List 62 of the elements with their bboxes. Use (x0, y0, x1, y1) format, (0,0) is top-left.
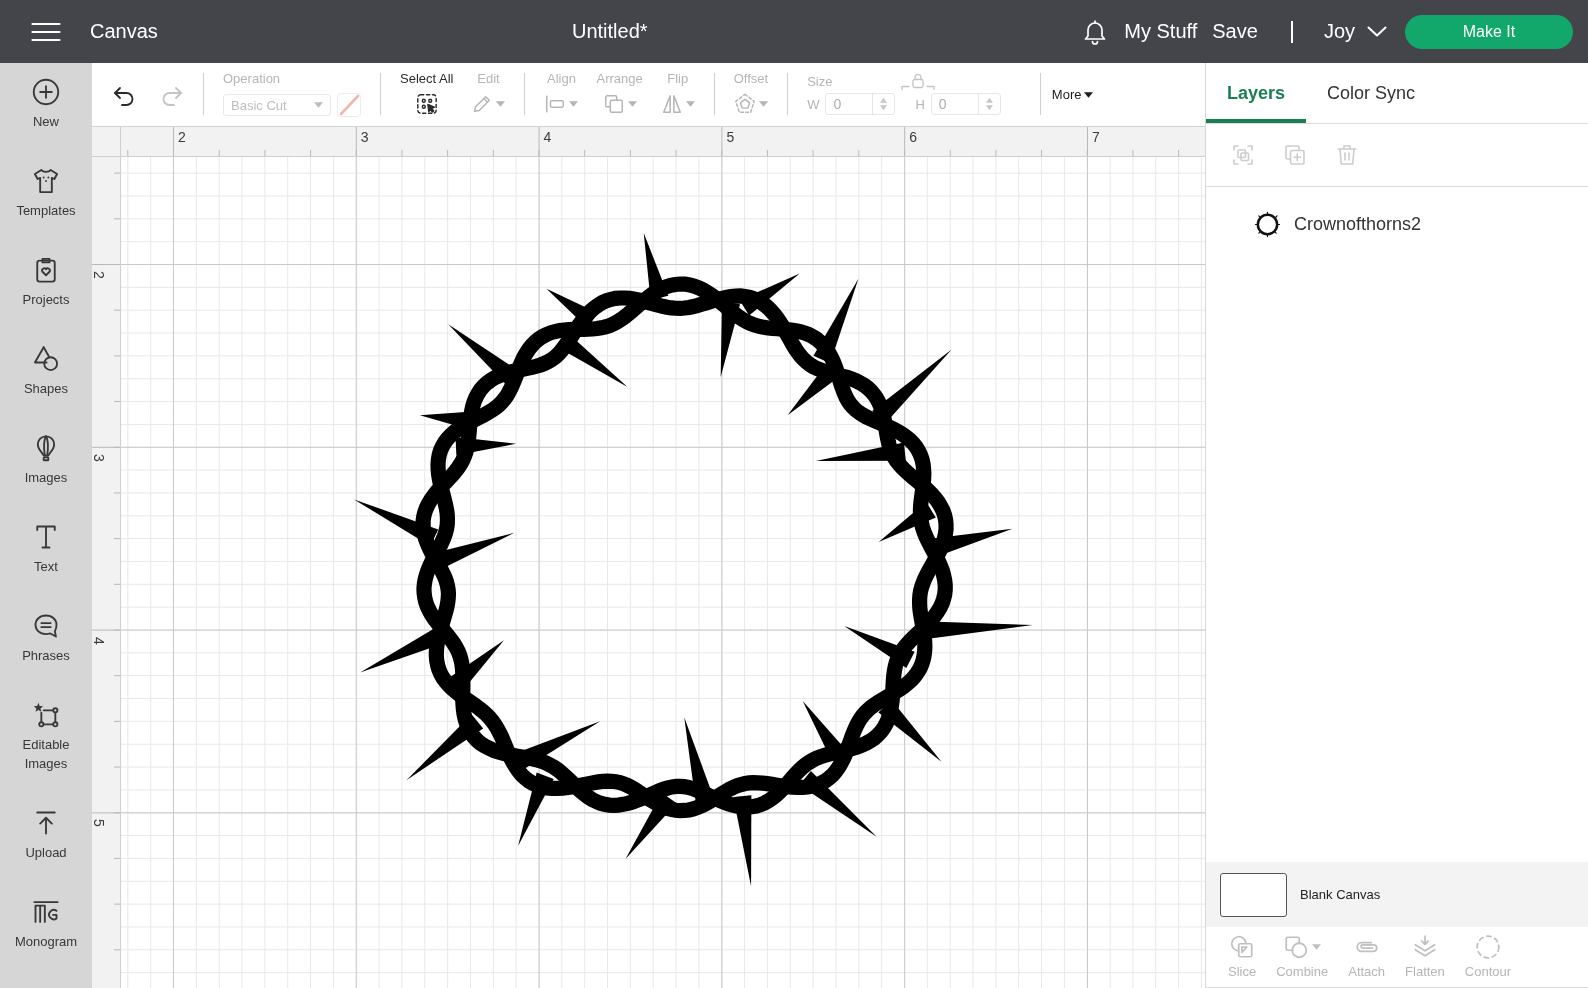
sidebar-item[interactable]: Editable Images (0, 686, 92, 794)
contour-icon (1474, 934, 1501, 960)
document-title: Untitled* (572, 20, 648, 43)
width-label: W (807, 96, 820, 112)
sidebar-item[interactable]: Shapes (0, 330, 92, 419)
notifications-icon[interactable] (1083, 18, 1108, 45)
ruler-number: 5 (92, 819, 106, 828)
flip-icon (660, 93, 683, 115)
save-button[interactable]: Save (1212, 20, 1258, 43)
sidebar-item[interactable]: Images (0, 419, 92, 508)
sidebar-item[interactable]: Projects (0, 241, 92, 330)
plus-circle-icon (32, 78, 60, 106)
operation-label: Operation (223, 71, 282, 87)
speech-bubble-icon (32, 612, 60, 640)
sidebar-item[interactable]: Templates (0, 152, 92, 241)
ruler-number: 4 (543, 128, 552, 146)
app-title: Canvas (90, 20, 158, 43)
sidebar-item[interactable]: Phrases (0, 597, 92, 686)
user-menu-button[interactable]: Joy (1323, 20, 1387, 43)
align-left-icon (544, 93, 567, 115)
offset-icon (733, 93, 756, 115)
panel-tab[interactable]: Color Sync (1306, 63, 1437, 123)
height-label: H (915, 96, 925, 112)
chevron-down-icon (1367, 26, 1387, 37)
sidebar-item[interactable]: Monogram (0, 883, 92, 972)
lock-icon[interactable] (901, 73, 936, 90)
ruler-number: 3 (360, 128, 369, 146)
editable-image-icon (32, 701, 60, 729)
sidebar-item[interactable]: Text (0, 508, 92, 597)
more-button[interactable]: More (1051, 87, 1094, 102)
ruler-number: 4 (92, 636, 106, 645)
select-all-button[interactable]: Select All (400, 71, 454, 115)
shapes-icon (32, 345, 60, 373)
monogram-icon (32, 898, 60, 926)
menu-icon[interactable] (31, 21, 61, 42)
sidebar-item[interactable]: Upload (0, 794, 92, 883)
arrange-icon (602, 93, 625, 115)
undo-icon[interactable] (112, 85, 136, 109)
sidebar-item[interactable]: New (0, 63, 92, 152)
wreath-thumbnail-icon (1254, 211, 1281, 238)
ruler-number: 7 (1092, 128, 1100, 146)
size-label: Size (807, 74, 833, 90)
blank-canvas-label: Blank Canvas (1300, 887, 1381, 902)
ruler-number: 3 (92, 453, 106, 462)
spinner-arrows-icon (879, 96, 889, 112)
t-shirt-icon (32, 167, 60, 195)
select-all-icon (415, 93, 438, 115)
caret-down-icon (1084, 91, 1094, 98)
color-swatch-icon[interactable] (337, 93, 361, 117)
layer-item[interactable]: Crownofthorns2 (1206, 201, 1588, 248)
combine-icon (1283, 934, 1310, 960)
ruler-number: 2 (92, 271, 106, 279)
my-stuff-link[interactable]: My Stuff (1124, 20, 1198, 43)
spinner-arrows-icon (984, 96, 994, 112)
ruler-number: 6 (909, 128, 917, 146)
ruler-number: 2 (178, 128, 186, 146)
ruler-number: 5 (726, 128, 735, 146)
slice-icon (1229, 934, 1256, 960)
panel-tab[interactable]: Layers (1206, 63, 1307, 123)
canvas-thumbnail (1220, 872, 1287, 917)
canvas-layer-row[interactable]: Blank Canvas (1206, 862, 1588, 927)
caret-down-icon (314, 102, 323, 108)
